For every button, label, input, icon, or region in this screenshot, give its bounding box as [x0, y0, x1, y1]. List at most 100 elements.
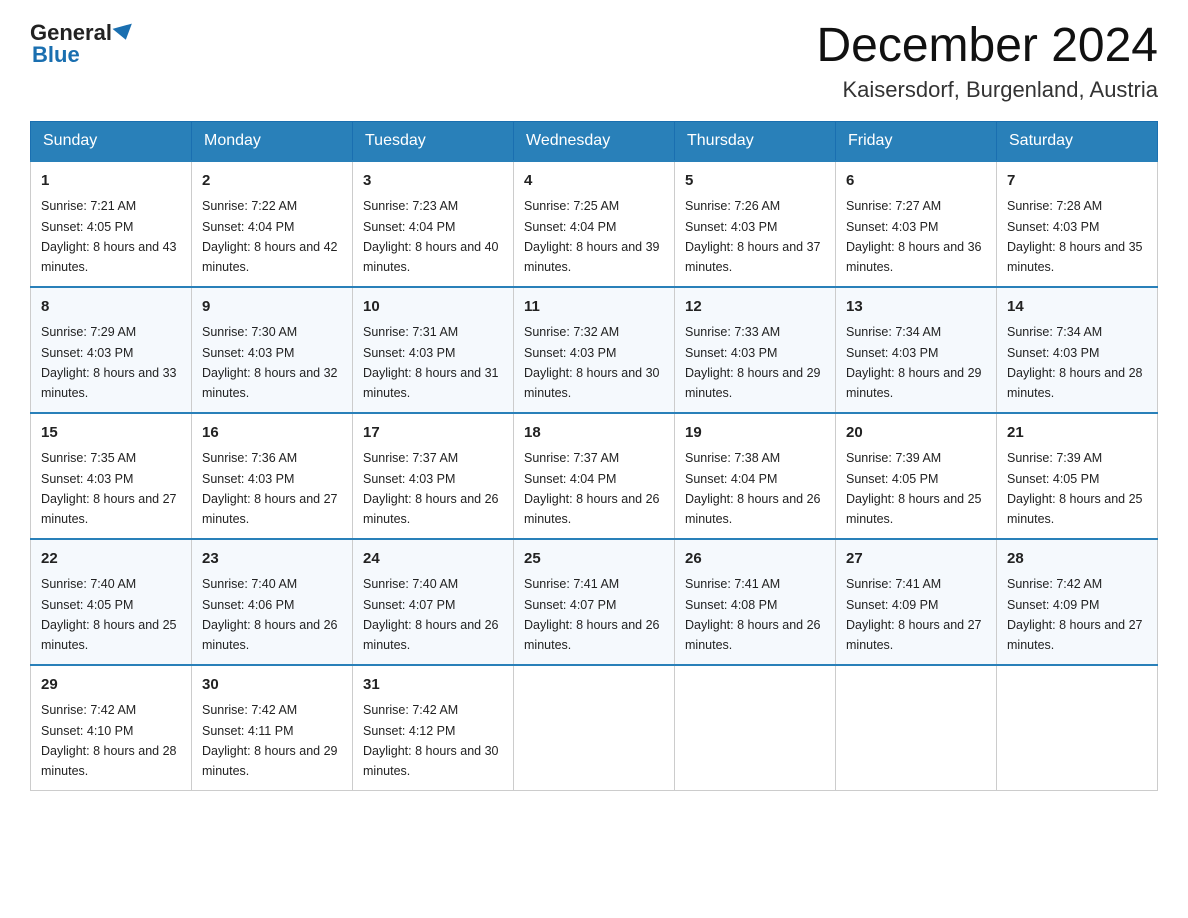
day-number: 4	[524, 170, 664, 193]
calendar-cell: 25 Sunrise: 7:41 AMSunset: 4:07 PMDaylig…	[514, 539, 675, 665]
day-number: 15	[41, 422, 181, 445]
calendar-cell	[836, 665, 997, 791]
day-info: Sunrise: 7:22 AMSunset: 4:04 PMDaylight:…	[202, 199, 338, 274]
calendar-cell: 31 Sunrise: 7:42 AMSunset: 4:12 PMDaylig…	[353, 665, 514, 791]
day-info: Sunrise: 7:41 AMSunset: 4:08 PMDaylight:…	[685, 577, 821, 652]
calendar-cell: 9 Sunrise: 7:30 AMSunset: 4:03 PMDayligh…	[192, 287, 353, 413]
calendar-cell: 7 Sunrise: 7:28 AMSunset: 4:03 PMDayligh…	[997, 161, 1158, 287]
day-info: Sunrise: 7:36 AMSunset: 4:03 PMDaylight:…	[202, 451, 338, 526]
calendar-header-row: SundayMondayTuesdayWednesdayThursdayFrid…	[31, 121, 1158, 161]
day-number: 28	[1007, 548, 1147, 571]
day-info: Sunrise: 7:34 AMSunset: 4:03 PMDaylight:…	[846, 325, 982, 400]
calendar-cell: 24 Sunrise: 7:40 AMSunset: 4:07 PMDaylig…	[353, 539, 514, 665]
day-number: 16	[202, 422, 342, 445]
day-number: 20	[846, 422, 986, 445]
logo-blue-text: Blue	[30, 42, 80, 68]
calendar-cell: 17 Sunrise: 7:37 AMSunset: 4:03 PMDaylig…	[353, 413, 514, 539]
calendar-cell: 16 Sunrise: 7:36 AMSunset: 4:03 PMDaylig…	[192, 413, 353, 539]
day-info: Sunrise: 7:33 AMSunset: 4:03 PMDaylight:…	[685, 325, 821, 400]
day-number: 17	[363, 422, 503, 445]
calendar-cell: 21 Sunrise: 7:39 AMSunset: 4:05 PMDaylig…	[997, 413, 1158, 539]
calendar-cell: 23 Sunrise: 7:40 AMSunset: 4:06 PMDaylig…	[192, 539, 353, 665]
day-info: Sunrise: 7:39 AMSunset: 4:05 PMDaylight:…	[846, 451, 982, 526]
calendar-cell	[997, 665, 1158, 791]
calendar-cell: 4 Sunrise: 7:25 AMSunset: 4:04 PMDayligh…	[514, 161, 675, 287]
week-row-5: 29 Sunrise: 7:42 AMSunset: 4:10 PMDaylig…	[31, 665, 1158, 791]
page-header: General Blue December 2024 Kaisersdorf, …	[30, 20, 1158, 103]
calendar-cell: 28 Sunrise: 7:42 AMSunset: 4:09 PMDaylig…	[997, 539, 1158, 665]
day-info: Sunrise: 7:40 AMSunset: 4:06 PMDaylight:…	[202, 577, 338, 652]
calendar-cell: 30 Sunrise: 7:42 AMSunset: 4:11 PMDaylig…	[192, 665, 353, 791]
day-info: Sunrise: 7:30 AMSunset: 4:03 PMDaylight:…	[202, 325, 338, 400]
day-info: Sunrise: 7:39 AMSunset: 4:05 PMDaylight:…	[1007, 451, 1143, 526]
day-number: 26	[685, 548, 825, 571]
day-number: 18	[524, 422, 664, 445]
calendar-cell: 13 Sunrise: 7:34 AMSunset: 4:03 PMDaylig…	[836, 287, 997, 413]
calendar-cell: 19 Sunrise: 7:38 AMSunset: 4:04 PMDaylig…	[675, 413, 836, 539]
day-info: Sunrise: 7:38 AMSunset: 4:04 PMDaylight:…	[685, 451, 821, 526]
calendar-cell: 14 Sunrise: 7:34 AMSunset: 4:03 PMDaylig…	[997, 287, 1158, 413]
month-title: December 2024	[816, 20, 1158, 73]
calendar-table: SundayMondayTuesdayWednesdayThursdayFrid…	[30, 121, 1158, 791]
calendar-cell: 10 Sunrise: 7:31 AMSunset: 4:03 PMDaylig…	[353, 287, 514, 413]
calendar-cell: 11 Sunrise: 7:32 AMSunset: 4:03 PMDaylig…	[514, 287, 675, 413]
day-number: 8	[41, 296, 181, 319]
day-info: Sunrise: 7:32 AMSunset: 4:03 PMDaylight:…	[524, 325, 660, 400]
title-area: December 2024 Kaisersdorf, Burgenland, A…	[816, 20, 1158, 103]
week-row-4: 22 Sunrise: 7:40 AMSunset: 4:05 PMDaylig…	[31, 539, 1158, 665]
day-number: 25	[524, 548, 664, 571]
day-number: 30	[202, 674, 342, 697]
day-number: 23	[202, 548, 342, 571]
day-info: Sunrise: 7:41 AMSunset: 4:09 PMDaylight:…	[846, 577, 982, 652]
calendar-cell: 15 Sunrise: 7:35 AMSunset: 4:03 PMDaylig…	[31, 413, 192, 539]
col-header-saturday: Saturday	[997, 121, 1158, 161]
day-info: Sunrise: 7:21 AMSunset: 4:05 PMDaylight:…	[41, 199, 177, 274]
day-info: Sunrise: 7:25 AMSunset: 4:04 PMDaylight:…	[524, 199, 660, 274]
calendar-cell: 5 Sunrise: 7:26 AMSunset: 4:03 PMDayligh…	[675, 161, 836, 287]
day-number: 9	[202, 296, 342, 319]
calendar-cell: 6 Sunrise: 7:27 AMSunset: 4:03 PMDayligh…	[836, 161, 997, 287]
calendar-cell	[675, 665, 836, 791]
calendar-cell: 29 Sunrise: 7:42 AMSunset: 4:10 PMDaylig…	[31, 665, 192, 791]
day-number: 22	[41, 548, 181, 571]
day-info: Sunrise: 7:27 AMSunset: 4:03 PMDaylight:…	[846, 199, 982, 274]
location-subtitle: Kaisersdorf, Burgenland, Austria	[816, 77, 1158, 103]
calendar-cell: 27 Sunrise: 7:41 AMSunset: 4:09 PMDaylig…	[836, 539, 997, 665]
calendar-cell: 18 Sunrise: 7:37 AMSunset: 4:04 PMDaylig…	[514, 413, 675, 539]
col-header-thursday: Thursday	[675, 121, 836, 161]
calendar-cell: 2 Sunrise: 7:22 AMSunset: 4:04 PMDayligh…	[192, 161, 353, 287]
day-number: 31	[363, 674, 503, 697]
week-row-2: 8 Sunrise: 7:29 AMSunset: 4:03 PMDayligh…	[31, 287, 1158, 413]
day-number: 1	[41, 170, 181, 193]
day-number: 21	[1007, 422, 1147, 445]
day-number: 11	[524, 296, 664, 319]
day-number: 3	[363, 170, 503, 193]
day-info: Sunrise: 7:35 AMSunset: 4:03 PMDaylight:…	[41, 451, 177, 526]
logo-triangle-icon	[112, 24, 135, 43]
day-info: Sunrise: 7:26 AMSunset: 4:03 PMDaylight:…	[685, 199, 821, 274]
day-info: Sunrise: 7:41 AMSunset: 4:07 PMDaylight:…	[524, 577, 660, 652]
col-header-monday: Monday	[192, 121, 353, 161]
day-number: 5	[685, 170, 825, 193]
calendar-cell: 1 Sunrise: 7:21 AMSunset: 4:05 PMDayligh…	[31, 161, 192, 287]
day-number: 7	[1007, 170, 1147, 193]
day-info: Sunrise: 7:23 AMSunset: 4:04 PMDaylight:…	[363, 199, 499, 274]
week-row-3: 15 Sunrise: 7:35 AMSunset: 4:03 PMDaylig…	[31, 413, 1158, 539]
calendar-cell: 8 Sunrise: 7:29 AMSunset: 4:03 PMDayligh…	[31, 287, 192, 413]
day-number: 2	[202, 170, 342, 193]
day-info: Sunrise: 7:42 AMSunset: 4:09 PMDaylight:…	[1007, 577, 1143, 652]
calendar-cell: 3 Sunrise: 7:23 AMSunset: 4:04 PMDayligh…	[353, 161, 514, 287]
day-info: Sunrise: 7:37 AMSunset: 4:04 PMDaylight:…	[524, 451, 660, 526]
col-header-tuesday: Tuesday	[353, 121, 514, 161]
calendar-cell: 12 Sunrise: 7:33 AMSunset: 4:03 PMDaylig…	[675, 287, 836, 413]
day-number: 27	[846, 548, 986, 571]
day-info: Sunrise: 7:31 AMSunset: 4:03 PMDaylight:…	[363, 325, 499, 400]
day-info: Sunrise: 7:29 AMSunset: 4:03 PMDaylight:…	[41, 325, 177, 400]
day-info: Sunrise: 7:42 AMSunset: 4:11 PMDaylight:…	[202, 703, 338, 778]
day-info: Sunrise: 7:40 AMSunset: 4:07 PMDaylight:…	[363, 577, 499, 652]
col-header-sunday: Sunday	[31, 121, 192, 161]
calendar-cell: 22 Sunrise: 7:40 AMSunset: 4:05 PMDaylig…	[31, 539, 192, 665]
logo: General Blue	[30, 20, 136, 68]
col-header-friday: Friday	[836, 121, 997, 161]
col-header-wednesday: Wednesday	[514, 121, 675, 161]
